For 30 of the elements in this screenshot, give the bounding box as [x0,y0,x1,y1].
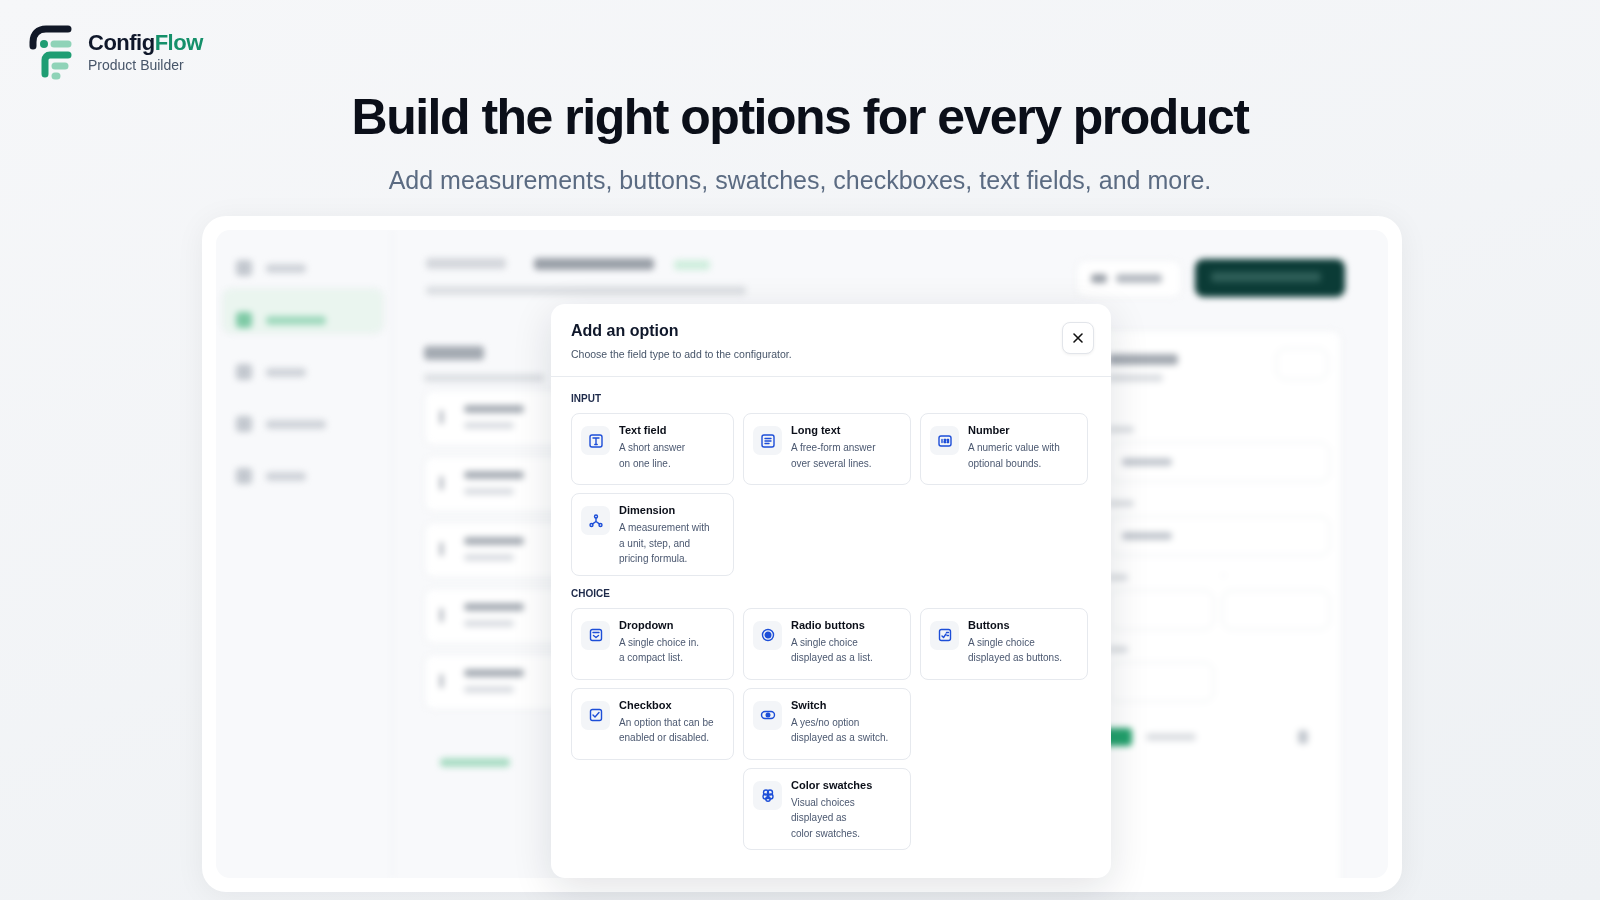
option-type-card[interactable]: Checkbox An option that can be enabled or disabled. [571,687,734,760]
lines-icon [759,432,776,449]
nodes-icon [587,512,604,529]
brand-tagline: Product Builder [88,57,185,74]
hero-title: Build the right options for every product [351,88,1249,146]
checkbox-icon [587,707,604,723]
hero-subtitle: Add measurements, buttons, swatches, checkboxes, text fields, and more. [388,166,1212,195]
section-label: INPUT [571,393,602,404]
dialog-title: Add an option [571,322,680,340]
option-type-card[interactable]: Text field A short answer on one line. [571,413,734,485]
close-button[interactable] [1062,322,1094,354]
option-type-card[interactable]: Buttons A single choice displayed as buttons. [920,607,1088,680]
option-type-card[interactable]: Color swatches Visual choices displayed as color swatches. [743,767,911,850]
option-type-card[interactable]: Switch A yes/no option displayed as a switch. [743,687,911,760]
brand-name: ConfigFlow [88,30,203,56]
text-box-icon [587,432,604,449]
section-label: CHOICE [571,587,611,599]
radio-icon [759,627,776,643]
dropdown-icon [587,627,604,643]
dialog-subtitle: Choose the field type to add to the configurator. [571,348,792,360]
logo-icon [28,24,74,80]
option-type-card[interactable]: Radio buttons A single choice displayed as a list. [743,607,911,680]
close-icon [1072,332,1084,344]
option-type-card[interactable]: Number A numeric value with optional bounds. [920,413,1088,485]
checklist-icon [936,627,953,643]
option-type-card[interactable]: Dropdown A single choice in. a compact list. [571,607,734,680]
option-type-card[interactable]: Long text A free-form answer over several lines. [743,413,911,485]
option-type-card[interactable]: Dimension A measurement with a unit, step, and pricing formula. [571,493,734,576]
swatches-icon [759,787,776,803]
number-box-icon [936,432,953,449]
